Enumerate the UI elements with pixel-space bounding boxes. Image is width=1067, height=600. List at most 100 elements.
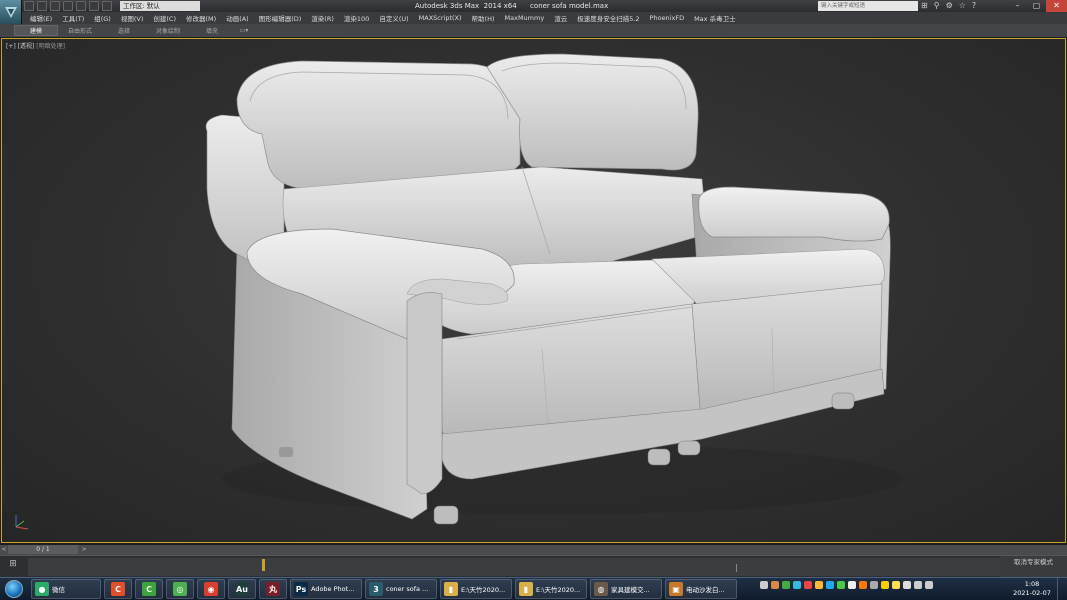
binoculars-icon[interactable]: ⊞ (921, 1, 928, 10)
taskbar-item[interactable]: ◎ (166, 579, 194, 599)
3dsmax-icon: 3 (369, 582, 383, 596)
menu-item[interactable]: Max 杀毒卫士 (694, 13, 736, 23)
tray-icon[interactable] (815, 581, 823, 589)
menu-item[interactable]: 帮助(H) (472, 13, 495, 23)
taskbar-item[interactable]: ▮ E:\天竹2020... (515, 579, 587, 599)
search-input[interactable]: 键入关键字或短语 (818, 1, 918, 11)
start-button[interactable] (0, 578, 28, 600)
infocenter-icons: ⊞ ⚲ ⚙ ☆ ? (921, 1, 976, 10)
tray-icon[interactable] (826, 581, 834, 589)
volume-icon[interactable] (925, 581, 933, 589)
menu-item[interactable]: PhoenixFD (650, 14, 685, 22)
menu-item[interactable]: 组(G) (94, 13, 111, 23)
ribbon-tab[interactable]: 选择 (102, 26, 146, 35)
menu-item[interactable]: MAXScript(X) (419, 14, 462, 22)
menu-item[interactable]: 渲染100 (344, 13, 369, 23)
restore-button[interactable]: ▢ (1027, 0, 1046, 12)
folder-icon: ▮ (444, 582, 458, 596)
tray-icon[interactable] (771, 581, 779, 589)
quick-access-toolbar (24, 1, 112, 11)
network-icon[interactable] (914, 581, 922, 589)
sofa-left-headrest (236, 60, 521, 190)
taskbar-item[interactable]: ◉ (197, 579, 225, 599)
subscription-icon[interactable]: ⚙ (946, 1, 953, 10)
time-next-button[interactable]: > (80, 546, 88, 554)
menu-item[interactable]: 修改器(M) (186, 13, 216, 23)
menu-item[interactable]: 工具(T) (62, 13, 84, 23)
folder-icon: ▮ (519, 582, 533, 596)
taskbar-item[interactable]: ● 微信 (31, 579, 101, 599)
perspective-viewport[interactable]: [+] [透视] [明暗处理] (1, 38, 1066, 543)
menu-item[interactable]: 创建(C) (153, 13, 176, 23)
open-file-icon[interactable] (37, 1, 47, 11)
taskbar-item[interactable]: Ps Adobe Phot... (290, 579, 362, 599)
image-viewer-icon: ▣ (669, 582, 683, 596)
ribbon-tab[interactable]: 对象绘制 (146, 26, 190, 35)
menu-item[interactable]: MaxMummy (505, 14, 545, 22)
ribbon-tab[interactable]: 建模 (14, 25, 58, 36)
camtasia-icon: C (111, 582, 125, 596)
taskbar-item[interactable]: Au (228, 579, 256, 599)
tray-icon[interactable] (760, 581, 768, 589)
sofa-left-armrest-face (406, 292, 443, 495)
search-icon[interactable]: ⚲ (934, 1, 940, 10)
help-icon[interactable]: ? (972, 1, 976, 10)
sofa-model[interactable] (2, 39, 1065, 542)
group-icon: ◍ (594, 582, 608, 596)
expert-mode-label: 取消专家模式 (1014, 558, 1053, 566)
taskbar-item[interactable]: 3 coner sofa ... (365, 579, 437, 599)
sofa-leg-front-left (433, 505, 459, 525)
menu-item[interactable]: 视图(V) (121, 13, 144, 23)
taskbar-item-label: 微信 (52, 586, 65, 594)
system-clock[interactable]: 1:08 2021-02-07 (1012, 580, 1052, 598)
camtasia-green-icon: C (142, 582, 156, 596)
tray-icon[interactable] (782, 581, 790, 589)
tray-icon[interactable] (837, 581, 845, 589)
ribbon-tab[interactable]: 自由形式 (58, 26, 102, 35)
minimize-button[interactable]: – (1008, 0, 1027, 12)
tray-icon[interactable] (804, 581, 812, 589)
tray-icon[interactable] (903, 581, 911, 589)
workspace-dropdown[interactable]: 工作区: 默认 (120, 1, 200, 11)
favorites-icon[interactable]: ☆ (959, 1, 966, 10)
menu-item[interactable]: 自定义(U) (379, 13, 408, 23)
tray-icon[interactable] (859, 581, 867, 589)
taskbar-item[interactable]: C (104, 579, 132, 599)
ribbon-tab[interactable]: 填充 (190, 26, 234, 35)
fetch-icon[interactable] (102, 1, 112, 11)
taskbar-item-label: E:\天竹2020... (536, 586, 581, 594)
3dsmax-logo-icon[interactable] (0, 0, 22, 24)
ribbon-toggle-icon[interactable]: ▭▾ (234, 27, 254, 34)
track-area[interactable] (28, 558, 1000, 576)
hold-icon[interactable] (89, 1, 99, 11)
taskbar-item[interactable]: ▣ 电动沙发白... (665, 579, 737, 599)
menu-item[interactable]: 渲云 (554, 13, 567, 23)
new-file-icon[interactable] (24, 1, 34, 11)
cancel-expert-mode-button[interactable]: 取消专家模式 (1000, 556, 1067, 578)
taskbar-item[interactable]: 丸 (259, 579, 287, 599)
save-icon[interactable] (50, 1, 60, 11)
time-marker[interactable] (262, 559, 265, 571)
tray-icon[interactable] (881, 581, 889, 589)
time-slider[interactable]: 0 / 1 (8, 545, 78, 554)
menu-item[interactable]: 编辑(E) (30, 13, 52, 23)
show-desktop-button[interactable] (1057, 578, 1067, 600)
close-button[interactable]: ✕ (1046, 0, 1067, 12)
tray-icon[interactable] (793, 581, 801, 589)
undo-icon[interactable] (63, 1, 73, 11)
menu-item[interactable]: 图形编辑器(D) (259, 13, 302, 23)
redo-icon[interactable] (76, 1, 86, 11)
menu-item[interactable]: 极速度身安全扫描5.2 (577, 13, 639, 23)
taskbar-item-label: Adobe Phot... (311, 585, 355, 593)
tray-icon[interactable] (892, 581, 900, 589)
taskbar-item[interactable]: ◍ 家具建模交... (590, 579, 662, 599)
time-slider-bar: 0 / 1 < > (0, 545, 1067, 555)
time-prev-button[interactable]: < (0, 546, 8, 554)
mini-curve-editor-icon[interactable]: ⊞ (4, 559, 22, 575)
taskbar-item[interactable]: C (135, 579, 163, 599)
taskbar-item[interactable]: ▮ E:\天竹2020... (440, 579, 512, 599)
menu-item[interactable]: 渲染(R) (311, 13, 334, 23)
tray-icon[interactable] (870, 581, 878, 589)
menu-item[interactable]: 动画(A) (226, 13, 249, 23)
tray-icon[interactable] (848, 581, 856, 589)
